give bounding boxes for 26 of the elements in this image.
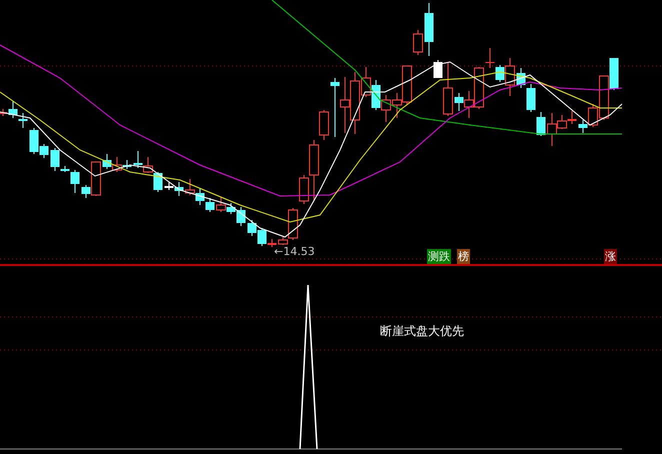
candlestick (216, 196, 226, 212)
candlestick (196, 188, 204, 206)
candlestick (340, 76, 350, 134)
candlestick (102, 154, 112, 170)
candlestick (330, 78, 340, 138)
candlestick (154, 172, 162, 192)
candlestick (248, 220, 256, 236)
candlestick (134, 150, 142, 168)
signal-tag: 榜 (457, 249, 470, 264)
indicator-caption: 断崖式盘大优先 (380, 323, 464, 339)
signal-tag: 测跌 (427, 249, 451, 264)
candlestick (143, 156, 153, 174)
candlestick (18, 112, 28, 128)
candlestick (536, 112, 546, 136)
candlestick (381, 94, 391, 122)
low-price-label: ←14.53 (274, 245, 315, 259)
candlestick (424, 2, 434, 56)
candlestick (206, 198, 214, 212)
candlestick (568, 110, 576, 124)
candlestick (413, 30, 423, 56)
candlestick (610, 58, 618, 90)
candlestick (526, 84, 536, 112)
candlestick (185, 178, 195, 196)
candlestick (516, 68, 526, 88)
candlestick (486, 48, 494, 68)
signal-tag: 涨 (604, 249, 617, 264)
